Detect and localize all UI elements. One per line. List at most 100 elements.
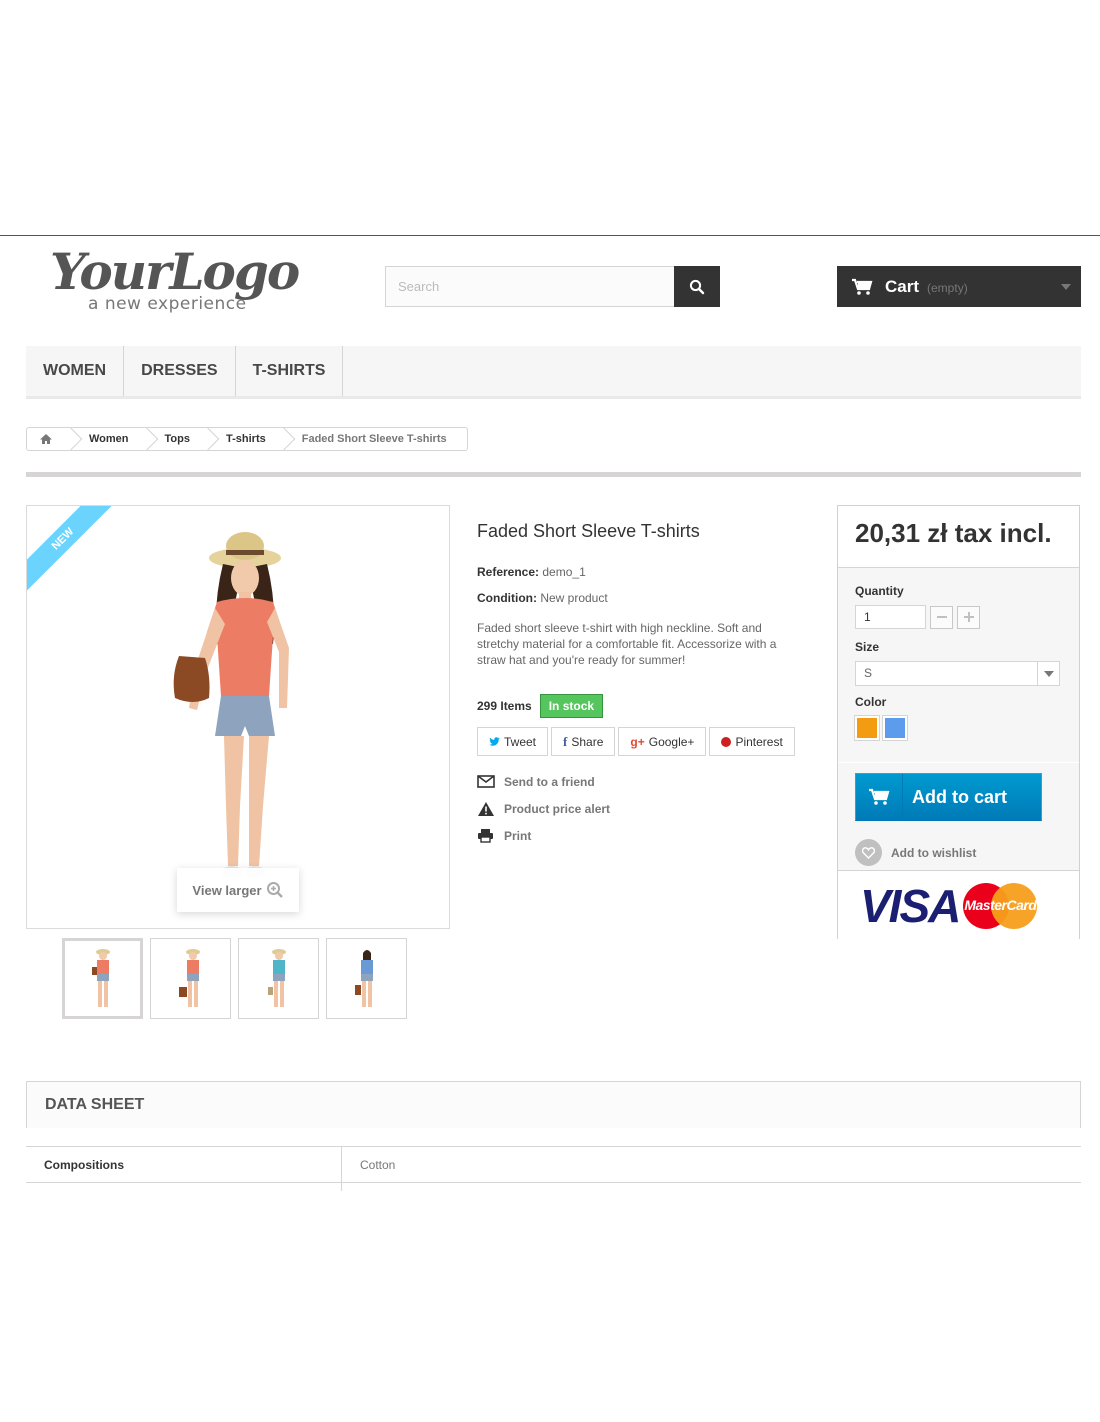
thumbnail-list	[62, 938, 407, 1019]
facebook-share-button[interactable]: f Share	[551, 727, 616, 756]
section-divider	[26, 472, 1081, 477]
quantity-increase-button[interactable]	[957, 605, 980, 629]
thumbnail[interactable]	[150, 938, 231, 1019]
product-title: Faded Short Sleeve T-shirts	[477, 521, 700, 541]
send-to-friend-label: Send to a friend	[504, 774, 595, 789]
breadcrumb-item-tshirts[interactable]: T-shirts	[212, 428, 276, 450]
price-alert-label: Product price alert	[504, 801, 611, 816]
breadcrumb-separator	[200, 428, 212, 450]
logo-wordmark: YourLogo	[50, 242, 300, 301]
cart-label: Cart	[885, 276, 920, 296]
header-top-border	[0, 235, 1100, 236]
facebook-icon: f	[563, 733, 568, 749]
google-label: Google+	[648, 734, 695, 749]
share-label: Share	[571, 734, 604, 749]
warning-icon	[478, 801, 494, 816]
breadcrumb-current: Faded Short Sleeve T-shirts	[301, 433, 447, 445]
printer-icon	[478, 829, 493, 843]
model-photo	[173, 532, 289, 878]
print-label: Print	[504, 828, 532, 843]
chevron-down-icon	[1061, 284, 1071, 290]
social-share: Tweet f Share g+ Google+ Pinterest	[477, 727, 795, 756]
breadcrumb-home[interactable]	[27, 428, 63, 450]
product-image[interactable]: NEW View larger	[26, 505, 450, 929]
menu-item-tshirts[interactable]: T-SHIRTS	[236, 346, 344, 396]
breadcrumb-separator	[276, 428, 288, 450]
quantity-input[interactable]	[855, 605, 926, 629]
size-value: S	[864, 666, 873, 680]
reference-value: demo_1	[542, 565, 586, 579]
view-larger-button[interactable]: View larger	[177, 868, 299, 912]
product-price: 20,31 zł tax incl.	[838, 506, 1079, 568]
tweet-label: Tweet	[504, 734, 537, 749]
envelope-icon	[477, 775, 495, 788]
zoom-in-icon	[266, 882, 283, 898]
pinterest-icon	[721, 736, 732, 747]
color-swatches	[854, 715, 1079, 741]
search-bar	[385, 266, 720, 307]
cart-status: (empty)	[927, 281, 968, 295]
tweet-button[interactable]: Tweet	[477, 727, 549, 756]
search-button[interactable]	[674, 266, 720, 307]
mastercard-logo: MasterCard	[963, 882, 1038, 929]
quantity-decrease-button[interactable]	[930, 605, 953, 629]
chevron-down-icon	[1043, 670, 1054, 677]
send-to-friend-link[interactable]: Send to a friend	[477, 768, 610, 795]
cart-icon	[852, 278, 873, 295]
payment-logos: VISA MasterCard	[838, 871, 1079, 940]
breadcrumb-item-women[interactable]: Women	[75, 428, 139, 450]
size-select[interactable]: S	[855, 661, 1060, 686]
breadcrumb-item-tops[interactable]: Tops	[151, 428, 200, 450]
minus-icon	[936, 616, 947, 618]
thumbnail-image	[354, 949, 373, 1007]
thumbnail[interactable]	[326, 938, 407, 1019]
thumbnail-image	[267, 948, 286, 1007]
search-input[interactable]	[386, 267, 675, 306]
color-swatch-orange[interactable]	[854, 715, 880, 741]
stock-badge: In stock	[539, 694, 604, 718]
home-icon	[40, 434, 52, 444]
price-alert-link[interactable]: Product price alert	[477, 795, 610, 822]
data-sheet-value: Cotton	[360, 1158, 396, 1172]
visa-logo: VISA	[860, 879, 961, 932]
breadcrumb: Women Tops T-shirts Faded Short Sleeve T…	[26, 427, 468, 451]
data-sheet-key: Compositions	[26, 1147, 342, 1191]
mastercard-logo-text: MasterCard	[964, 896, 1037, 913]
print-link[interactable]: Print	[477, 822, 610, 849]
product-options: Quantity Size S Color	[838, 568, 1079, 763]
buy-box: 20,31 zł tax incl. Quantity Size S Color	[837, 505, 1080, 940]
add-to-cart-label: Add to cart	[912, 786, 1008, 807]
search-icon	[689, 279, 705, 294]
quantity-available: 299 Items	[477, 699, 532, 713]
menu-item-women[interactable]: WOMEN	[26, 346, 125, 396]
quantity-stepper	[855, 605, 1079, 629]
thumbnail[interactable]	[62, 938, 143, 1019]
product-reference: Reference: demo_1	[477, 565, 586, 579]
availability: 299 Items In stock	[477, 694, 604, 718]
heart-icon	[862, 846, 875, 859]
pinterest-button[interactable]: Pinterest	[709, 727, 795, 756]
product-description: Faded short sleeve t-shirt with high nec…	[477, 621, 777, 667]
table-row: Compositions Cotton	[26, 1146, 1081, 1191]
google-plus-icon: g+	[630, 734, 645, 749]
color-swatch-blue[interactable]	[882, 715, 908, 741]
quantity-label: Quantity	[855, 584, 904, 598]
plus-icon	[963, 612, 974, 622]
thumbnail-image	[178, 948, 200, 1007]
cart-button[interactable]: Cart (empty)	[837, 266, 1081, 307]
product-actions: Send to a friend Product price alert Pri…	[477, 768, 610, 849]
google-plus-button[interactable]: g+ Google+	[618, 727, 707, 756]
site-logo[interactable]: YourLogo a new experience	[50, 242, 310, 322]
reference-label: Reference:	[477, 565, 540, 579]
condition-label: Condition:	[477, 591, 537, 605]
product-condition: Condition: New product	[477, 591, 608, 605]
breadcrumb-separator	[139, 428, 151, 450]
color-label: Color	[855, 695, 887, 709]
thumbnail-image	[91, 948, 110, 1007]
view-larger-label: View larger	[192, 882, 262, 898]
add-to-wishlist-link[interactable]: Add to wishlist	[855, 839, 1079, 866]
thumbnail[interactable]	[238, 938, 319, 1019]
menu-item-dresses[interactable]: DRESSES	[124, 346, 236, 396]
add-to-cart-button[interactable]: Add to cart	[855, 773, 1042, 821]
pinterest-label: Pinterest	[735, 734, 783, 749]
